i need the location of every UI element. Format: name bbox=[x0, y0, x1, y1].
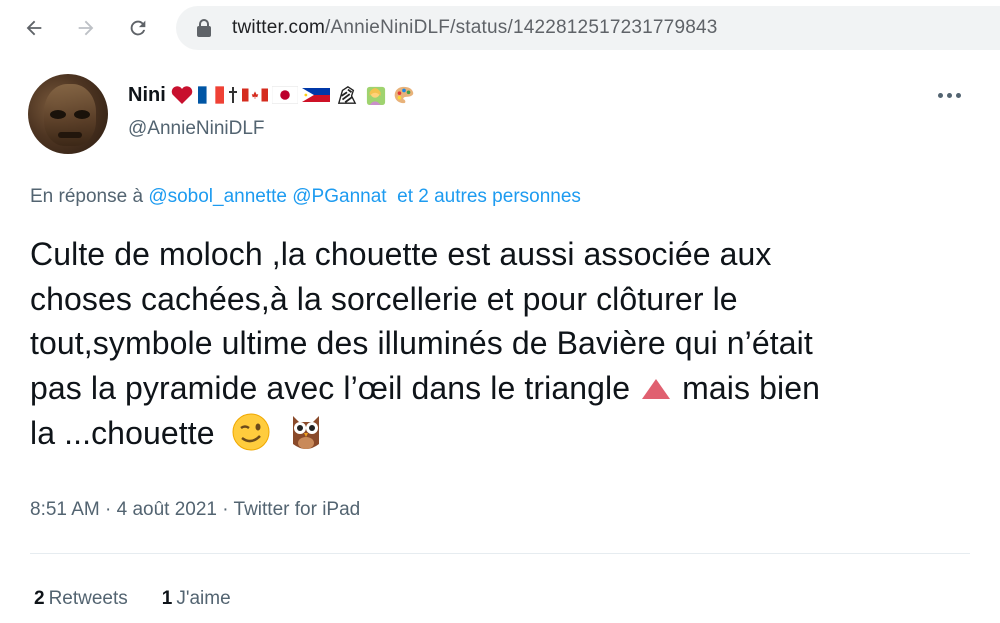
latin-cross-icon bbox=[228, 87, 237, 103]
tweet-text-line: choses cachées,à la sorcellerie et pour … bbox=[30, 280, 738, 317]
mention-link[interactable]: @sobol_annette bbox=[148, 186, 287, 207]
address-bar[interactable]: twitter.com/AnnieNiniDLF/status/14228125… bbox=[176, 6, 1000, 50]
meta-separator: · bbox=[105, 499, 112, 520]
tweet-time[interactable]: 8:51 AM bbox=[30, 499, 100, 520]
back-button[interactable] bbox=[18, 12, 50, 44]
tweet-meta: 8:51 AM · 4 août 2021 · Twitter for iPad bbox=[30, 499, 360, 521]
likes-label: J'aime bbox=[176, 588, 231, 609]
tweet-text-line-4: pas la pyramide avec l’œil dans le trian… bbox=[30, 366, 980, 411]
flag-philippines-icon bbox=[301, 88, 330, 102]
retweets-label: Retweets bbox=[48, 588, 128, 609]
tweet-stats: 2 Retweets 1 J'aime bbox=[34, 588, 231, 610]
reload-button[interactable] bbox=[122, 12, 154, 44]
retweets-stat[interactable]: 2 Retweets bbox=[34, 588, 128, 610]
retweets-count: 2 bbox=[34, 588, 45, 609]
tweet-date[interactable]: 4 août 2021 bbox=[117, 499, 217, 520]
url-text[interactable]: twitter.com/AnnieNiniDLF/status/14228125… bbox=[232, 16, 718, 40]
tweet-body: Culte de moloch ,la chouette est aussi a… bbox=[30, 232, 980, 456]
more-options-button[interactable] bbox=[938, 88, 966, 102]
red-heart-icon bbox=[171, 86, 193, 104]
person-tipping-hand-icon bbox=[366, 86, 385, 105]
reply-prefix: En réponse à bbox=[30, 186, 144, 207]
avatar[interactable] bbox=[28, 74, 108, 154]
tweet-text-line: Culte de moloch ,la chouette est aussi a… bbox=[30, 236, 772, 272]
tweet-text-segment: la ...chouette bbox=[30, 415, 215, 451]
tweet-text-line-6: la ...chouette bbox=[30, 410, 980, 456]
avatar-eye-right bbox=[74, 110, 90, 119]
lock-icon bbox=[197, 19, 211, 37]
more-dot-icon bbox=[947, 92, 952, 98]
tweet-text-segment: mais bien bbox=[682, 369, 820, 406]
zebra-icon bbox=[337, 85, 357, 104]
more-dot-icon bbox=[938, 92, 943, 98]
artist-palette-icon bbox=[394, 86, 414, 104]
url-path: /AnnieNiniDLF/status/1422812517231779843 bbox=[325, 17, 718, 38]
tweet-text-line: tout,symbole ultime des illuminés de Bav… bbox=[30, 325, 813, 361]
url-host: twitter.com bbox=[232, 17, 325, 38]
tweet-card: Nini @AnnieNiniDLF En réponse à @sobol_a… bbox=[0, 56, 1000, 623]
author-handle[interactable]: @AnnieNiniDLF bbox=[128, 118, 265, 140]
winking-face-icon bbox=[232, 413, 270, 451]
red-triangle-icon bbox=[642, 378, 671, 399]
avatar-eye-left bbox=[50, 110, 66, 119]
owl-icon bbox=[292, 416, 319, 449]
forward-arrow-icon bbox=[78, 20, 94, 36]
flag-japan-icon bbox=[271, 86, 298, 104]
other-mentions-link[interactable]: et 2 autres personnes bbox=[397, 186, 581, 207]
display-name[interactable]: Nini bbox=[128, 84, 166, 107]
back-arrow-icon bbox=[26, 20, 42, 36]
tweet-text-segment: pas la pyramide avec l’œil dans le trian… bbox=[30, 369, 631, 406]
avatar-mouth bbox=[58, 132, 82, 138]
name-emoji-group bbox=[170, 85, 416, 105]
meta-separator: · bbox=[222, 499, 229, 520]
more-dot-icon bbox=[956, 92, 961, 98]
mention-link[interactable]: @PGannat bbox=[292, 186, 386, 207]
flag-france-icon bbox=[197, 86, 224, 104]
reply-context: En réponse à @sobol_annette @PGannat et … bbox=[30, 186, 581, 208]
author-name-row[interactable]: Nini bbox=[128, 80, 416, 110]
tweet-source[interactable]: Twitter for iPad bbox=[234, 499, 361, 520]
browser-toolbar: twitter.com/AnnieNiniDLF/status/14228125… bbox=[0, 0, 1000, 56]
divider bbox=[30, 553, 970, 554]
forward-button[interactable] bbox=[70, 12, 102, 44]
reload-icon bbox=[130, 20, 146, 36]
likes-count: 1 bbox=[161, 588, 173, 609]
flag-canada-icon bbox=[241, 88, 268, 102]
likes-stat[interactable]: 1 J'aime bbox=[162, 588, 231, 610]
